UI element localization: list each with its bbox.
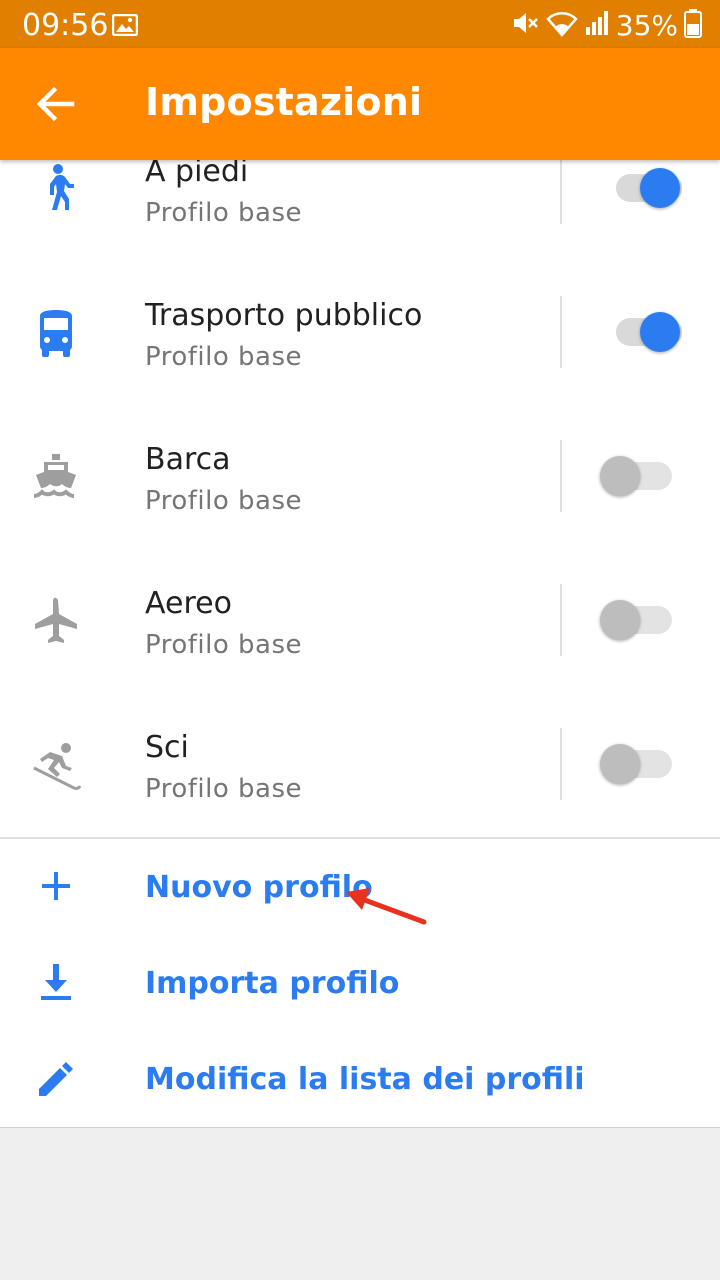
profile-row-a-piedi[interactable]: A piedi Profilo base [0, 160, 720, 260]
row-divider [560, 160, 562, 224]
profile-toggle-barca[interactable] [600, 452, 684, 500]
toggle-thumb [640, 168, 680, 208]
signal-icon [584, 9, 610, 42]
add-icon [34, 864, 78, 908]
profile-row-barca[interactable]: Barca Profilo base [0, 404, 720, 548]
battery-icon [684, 8, 702, 43]
download-icon [34, 960, 78, 1004]
app-bar: Impostazioni [0, 48, 720, 160]
profile-name: A piedi [145, 160, 249, 189]
profile-toggle-trasporto-pubblico[interactable] [600, 308, 684, 356]
profiles-list: A piedi Profilo base Trasporto pubblico … [0, 160, 720, 1128]
profile-name: Barca [145, 442, 231, 477]
walk-icon [28, 161, 84, 217]
edit-profiles-list-label: Modifica la lista dei profili [145, 1062, 585, 1097]
row-divider [560, 584, 562, 656]
status-time: 09:56 [22, 8, 109, 43]
boat-icon [28, 450, 84, 506]
status-bar: 09:56 35% [0, 0, 720, 48]
new-profile-label: Nuovo profilo [145, 870, 373, 905]
battery-percentage: 35% [615, 9, 678, 42]
mute-icon [510, 8, 540, 43]
toggle-thumb [600, 744, 640, 784]
profile-subtitle: Profilo base [145, 486, 302, 516]
toggle-thumb [600, 600, 640, 640]
bus-icon [28, 306, 84, 362]
arrow-back-icon[interactable] [30, 78, 82, 130]
profile-row-trasporto-pubblico[interactable]: Trasporto pubblico Profilo base [0, 260, 720, 404]
profile-row-aereo[interactable]: Aereo Profilo base [0, 548, 720, 692]
profile-subtitle: Profilo base [145, 342, 302, 372]
import-profile-label: Importa profilo [145, 966, 400, 1001]
row-divider [560, 728, 562, 800]
profile-name: Aereo [145, 586, 232, 621]
profile-toggle-sci[interactable] [600, 740, 684, 788]
toggle-thumb [640, 312, 680, 352]
profile-subtitle: Profilo base [145, 630, 302, 660]
profile-subtitle: Profilo base [145, 774, 302, 804]
profile-name: Trasporto pubblico [145, 298, 423, 333]
row-divider [560, 440, 562, 512]
edit-profiles-list-button[interactable]: Modifica la lista dei profili [0, 1032, 720, 1127]
import-profile-button[interactable]: Importa profilo [0, 936, 720, 1032]
gallery-icon [111, 13, 139, 41]
profile-name: Sci [145, 730, 189, 765]
ski-icon [28, 738, 84, 794]
section-divider [0, 837, 720, 839]
toggle-thumb [600, 456, 640, 496]
edit-icon [34, 1056, 78, 1100]
profile-toggle-aereo[interactable] [600, 596, 684, 644]
profile-toggle-a-piedi[interactable] [600, 164, 684, 212]
airplane-icon [28, 594, 84, 650]
page-title: Impostazioni [145, 80, 423, 124]
wifi-icon [546, 9, 578, 42]
profile-row-sci[interactable]: Sci Profilo base [0, 692, 720, 836]
row-divider [560, 296, 562, 368]
profile-subtitle: Profilo base [145, 198, 302, 228]
annotation-arrow-icon [340, 880, 430, 933]
